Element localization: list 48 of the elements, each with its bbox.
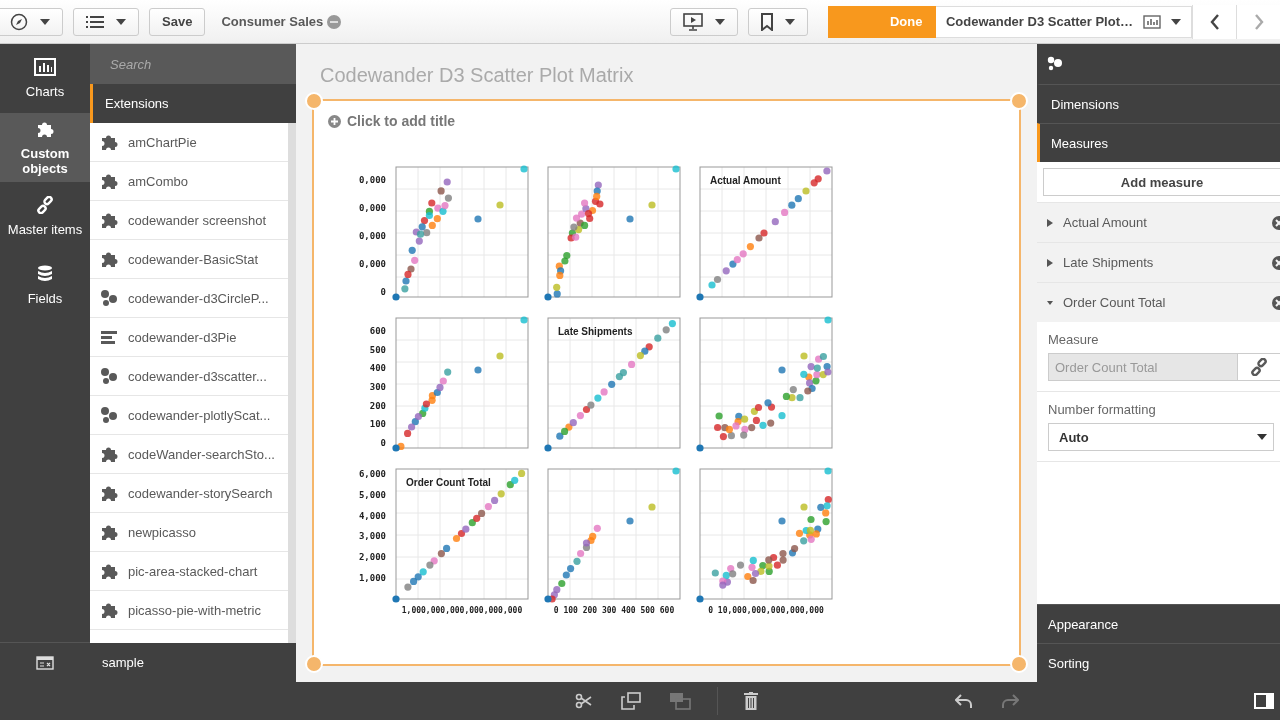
axis-tick-label: 1,000 [358,573,386,583]
properties-tab[interactable]: Dimensions [1037,84,1280,123]
search-field[interactable]: Search [90,44,296,84]
axis-tick-label: 3,000 [358,531,386,542]
properties-section[interactable]: Sorting [1037,643,1280,682]
asset-tab[interactable]: Fields [0,251,90,320]
properties-section[interactable]: Appearance [1037,604,1280,643]
axis-tick-label: 100 [369,419,386,430]
axis-tick-label: 400 [369,363,386,374]
asset-tab[interactable]: Charts [0,44,90,113]
axis-tick-label: 5,000 [358,489,386,500]
panel-title: Order Count Total [406,477,491,488]
axis-tick-label: 0,000 [358,231,386,241]
field-label: Number formatting [1047,401,1157,419]
measure-item[interactable]: Actual Amount [1037,202,1280,242]
number-format-dropdown[interactable]: Auto [1048,423,1274,451]
measure-item[interactable]: Late Shipments [1037,242,1280,282]
panel-title: Actual Amount [710,175,781,186]
axis-tick-label: 0,000 [358,259,386,269]
app-name: Consumer Sales [221,14,324,29]
footer-label: sample [90,643,296,682]
axis-tick-label: 600 [369,326,386,336]
asset-tab[interactable]: Master items [0,182,90,251]
sheet-selector[interactable]: Codewander D3 Scatter Plot… [935,5,1192,38]
axis-tick-label: 0 10,000,000,000,000,000 [708,606,824,615]
axis-tick-label: 4,000 [358,510,386,521]
axis-tick-label: 2,000 [358,552,386,563]
axis-tick-label: 0 [380,437,386,448]
field-label: Measure [1047,331,1100,349]
axis-tick-label: 500 [369,344,386,355]
section-header: Extensions [90,84,296,123]
measure-item[interactable]: Order Count Total [1037,282,1280,322]
add-measure-button[interactable]: Add measure [1043,168,1280,196]
asset-tab[interactable]: Custom objects [0,113,90,182]
axis-tick-label: 300 [369,381,386,392]
axis-tick-label: 0 100 200 300 400 500 600 [553,606,675,615]
axis-tick-label: 6,000 [358,469,386,479]
search-input[interactable]: Search [108,55,290,73]
properties-tab[interactable]: Measures [1037,123,1280,162]
sheet-title: Codewander D3 Scatter Plot Matrix [319,64,635,87]
axis-tick-label: 200 [369,400,386,411]
panel-title: Late Shipments [558,326,633,337]
axis-tick-label: 0 [380,287,386,297]
axis-tick-label: 0,000 [358,203,386,213]
save-button[interactable]: Save [149,7,206,36]
add-title-button[interactable]: Click to add title [328,113,456,129]
axis-tick-label: 1,000,000,000,000,000,000 [401,606,523,615]
axis-tick-label: 0,000 [358,175,386,185]
